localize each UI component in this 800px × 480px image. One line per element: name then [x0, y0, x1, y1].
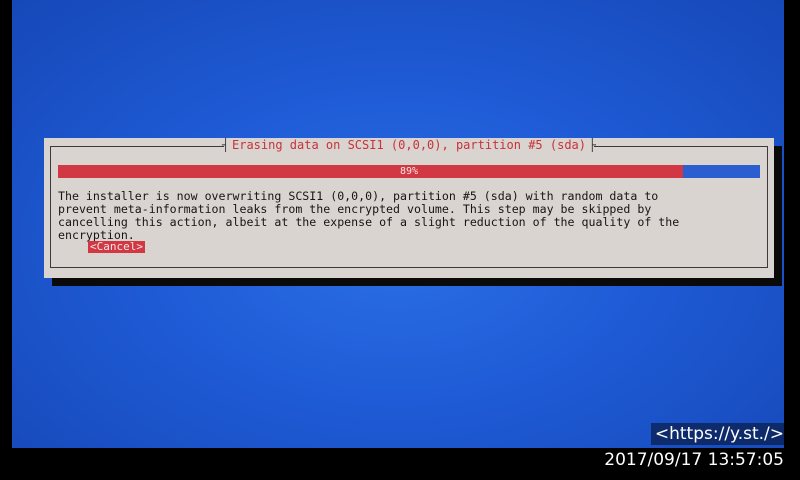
installer-screen: Erasing data on SCSI1 (0,0,0), partition… [12, 0, 784, 448]
cancel-button[interactable]: <Cancel> [88, 241, 145, 253]
progress-percent: 89% [399, 166, 419, 177]
erase-progress-dialog: Erasing data on SCSI1 (0,0,0), partition… [44, 138, 774, 278]
photo-timestamp: 2017/09/17 13:57:05 [604, 450, 784, 470]
watermark-url: <https://y.st./> [650, 423, 788, 445]
progress-bar: 89% [58, 165, 760, 178]
dialog-message: The installer is now overwriting SCSI1 (… [58, 189, 680, 242]
dialog-title: Erasing data on SCSI1 (0,0,0), partition… [222, 138, 596, 152]
